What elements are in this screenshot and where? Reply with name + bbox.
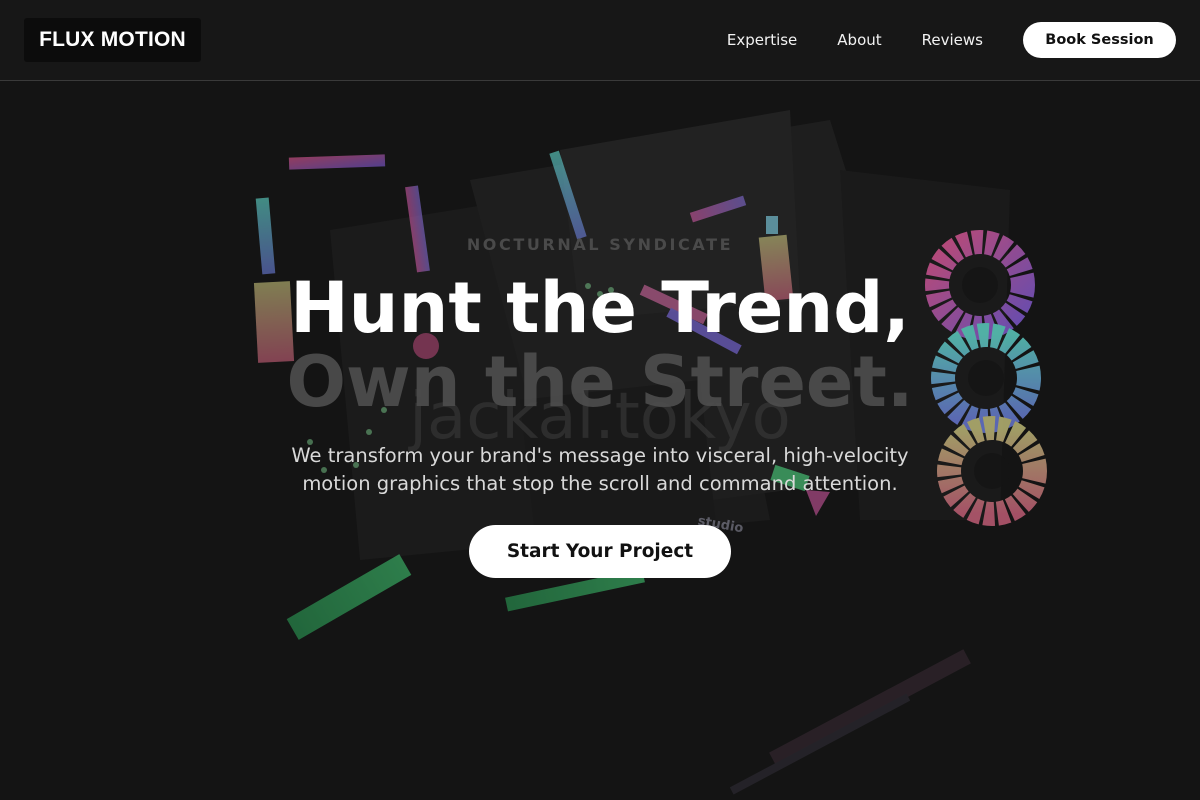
- hero-eyebrow: NOCTURNAL SYNDICATE: [466, 235, 734, 254]
- hero-subtext: We transform your brand's message into v…: [291, 444, 909, 495]
- hero-headline-line1: Hunt the Trend,: [290, 267, 910, 349]
- hero-headline-line2: Own the Street.: [286, 341, 914, 423]
- site-header: FLUX MOTION Expertise About Reviews Book…: [0, 0, 1200, 81]
- hero-section: NOCTURNAL SYNDICATE jackal.tokyo Hunt th…: [0, 81, 1200, 800]
- nav-link-expertise[interactable]: Expertise: [727, 31, 797, 49]
- nav-link-reviews[interactable]: Reviews: [922, 31, 983, 49]
- page: FLUX MOTION Expertise About Reviews Book…: [0, 0, 1200, 800]
- start-project-button[interactable]: Start Your Project: [469, 525, 731, 578]
- nav-link-about[interactable]: About: [837, 31, 881, 49]
- main-nav: Expertise About Reviews Book Session: [727, 22, 1176, 58]
- logo[interactable]: FLUX MOTION: [24, 18, 201, 62]
- book-session-button[interactable]: Book Session: [1023, 22, 1176, 58]
